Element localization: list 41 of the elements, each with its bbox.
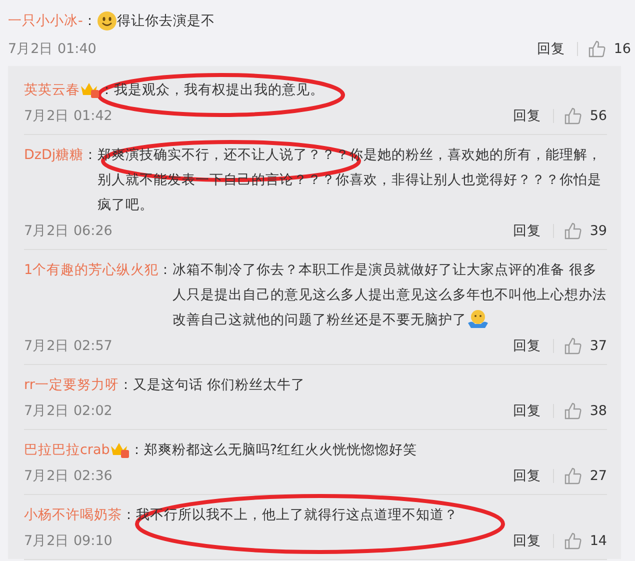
comment-date: 7月2日 02:57 — [24, 337, 114, 355]
thumbs-up-icon[interactable] — [564, 222, 582, 240]
reply-link[interactable]: 回复 — [536, 42, 578, 56]
thumbs-up-icon[interactable] — [564, 337, 582, 355]
like-count: 27 — [590, 468, 607, 484]
comment-text: 我是观众，我有权提出我的意见。 — [114, 81, 325, 100]
comment-date: 7月2日 01:42 — [24, 107, 114, 125]
like-count: 38 — [590, 403, 607, 419]
comment-text: 又是这句话 你们粉丝太牛了 — [132, 376, 306, 395]
thumbs-up-icon[interactable] — [564, 402, 582, 420]
reply-link[interactable]: 回复 — [512, 404, 554, 418]
colon: ： — [118, 376, 133, 395]
reply-link[interactable]: 回复 — [512, 109, 554, 123]
colon: ： — [122, 506, 136, 525]
comment-text: 郑爽粉都这么无脑吗?红红火火恍恍惚惚好笑 — [144, 441, 418, 460]
thumbs-up-icon[interactable] — [564, 532, 582, 550]
thumbs-up-icon[interactable] — [564, 467, 582, 485]
comment-text: 得让你去演是不 — [116, 12, 215, 31]
like-count: 37 — [590, 338, 607, 354]
comment-date: 7月2日 01:40 — [8, 40, 98, 58]
colon: ： — [158, 261, 173, 280]
reply-link[interactable]: 回复 — [512, 339, 554, 353]
colon: ： — [100, 81, 114, 100]
reply-link[interactable]: 回复 — [512, 534, 554, 548]
comment-text: 冰箱不制冷了你去？本职工作是演员就做好了让大家点评的准备 很多人只是提出自己的意见这么多人提出意见这么多年也不叫他上心想办法改善自己这就他的问题了粉丝还是不要无脑护了 — [172, 261, 607, 331]
comment-date: 7月2日 06:26 — [24, 222, 114, 240]
thumbs-up-icon[interactable] — [588, 40, 606, 58]
reply-link[interactable]: 回复 — [512, 469, 554, 483]
like-count: 39 — [590, 223, 607, 239]
like-count: 14 — [590, 533, 607, 549]
like-count: 56 — [590, 108, 607, 124]
colon: ： — [82, 12, 97, 31]
comment-date: 7月2日 02:36 — [24, 467, 114, 485]
comment-date: 7月2日 02:02 — [24, 402, 114, 420]
comment-date: 7月2日 09:10 — [24, 532, 114, 550]
thumbs-up-icon[interactable] — [564, 107, 582, 125]
colon: ： — [130, 441, 144, 460]
colon: ： — [84, 146, 98, 165]
reply-link[interactable]: 回复 — [512, 224, 554, 238]
smiley-icon — [96, 11, 117, 31]
like-count: 16 — [614, 41, 631, 57]
